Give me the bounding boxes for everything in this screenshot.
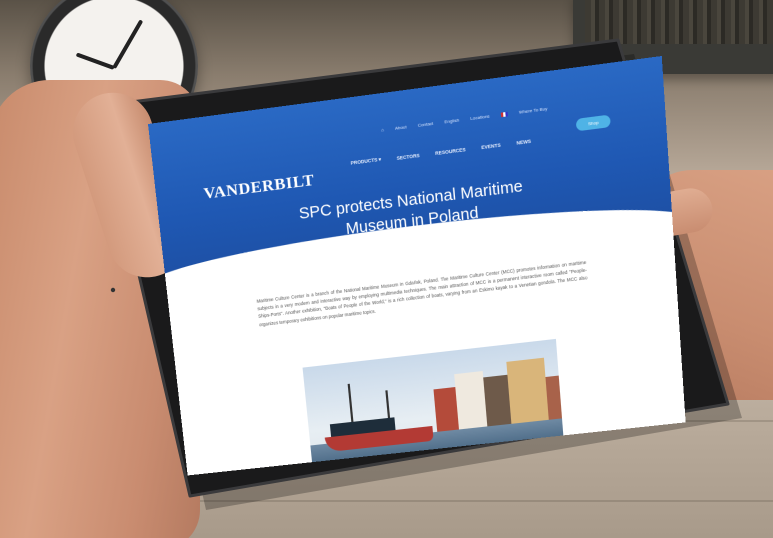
flag-icon: [500, 111, 508, 117]
nav-news[interactable]: NEWS: [516, 138, 531, 145]
home-icon[interactable]: ⌂: [381, 127, 384, 133]
photo-scene: ⌂ About Contact English Locations Where …: [0, 0, 773, 538]
tablet-screen-page: ⌂ About Contact English Locations Where …: [148, 55, 686, 476]
